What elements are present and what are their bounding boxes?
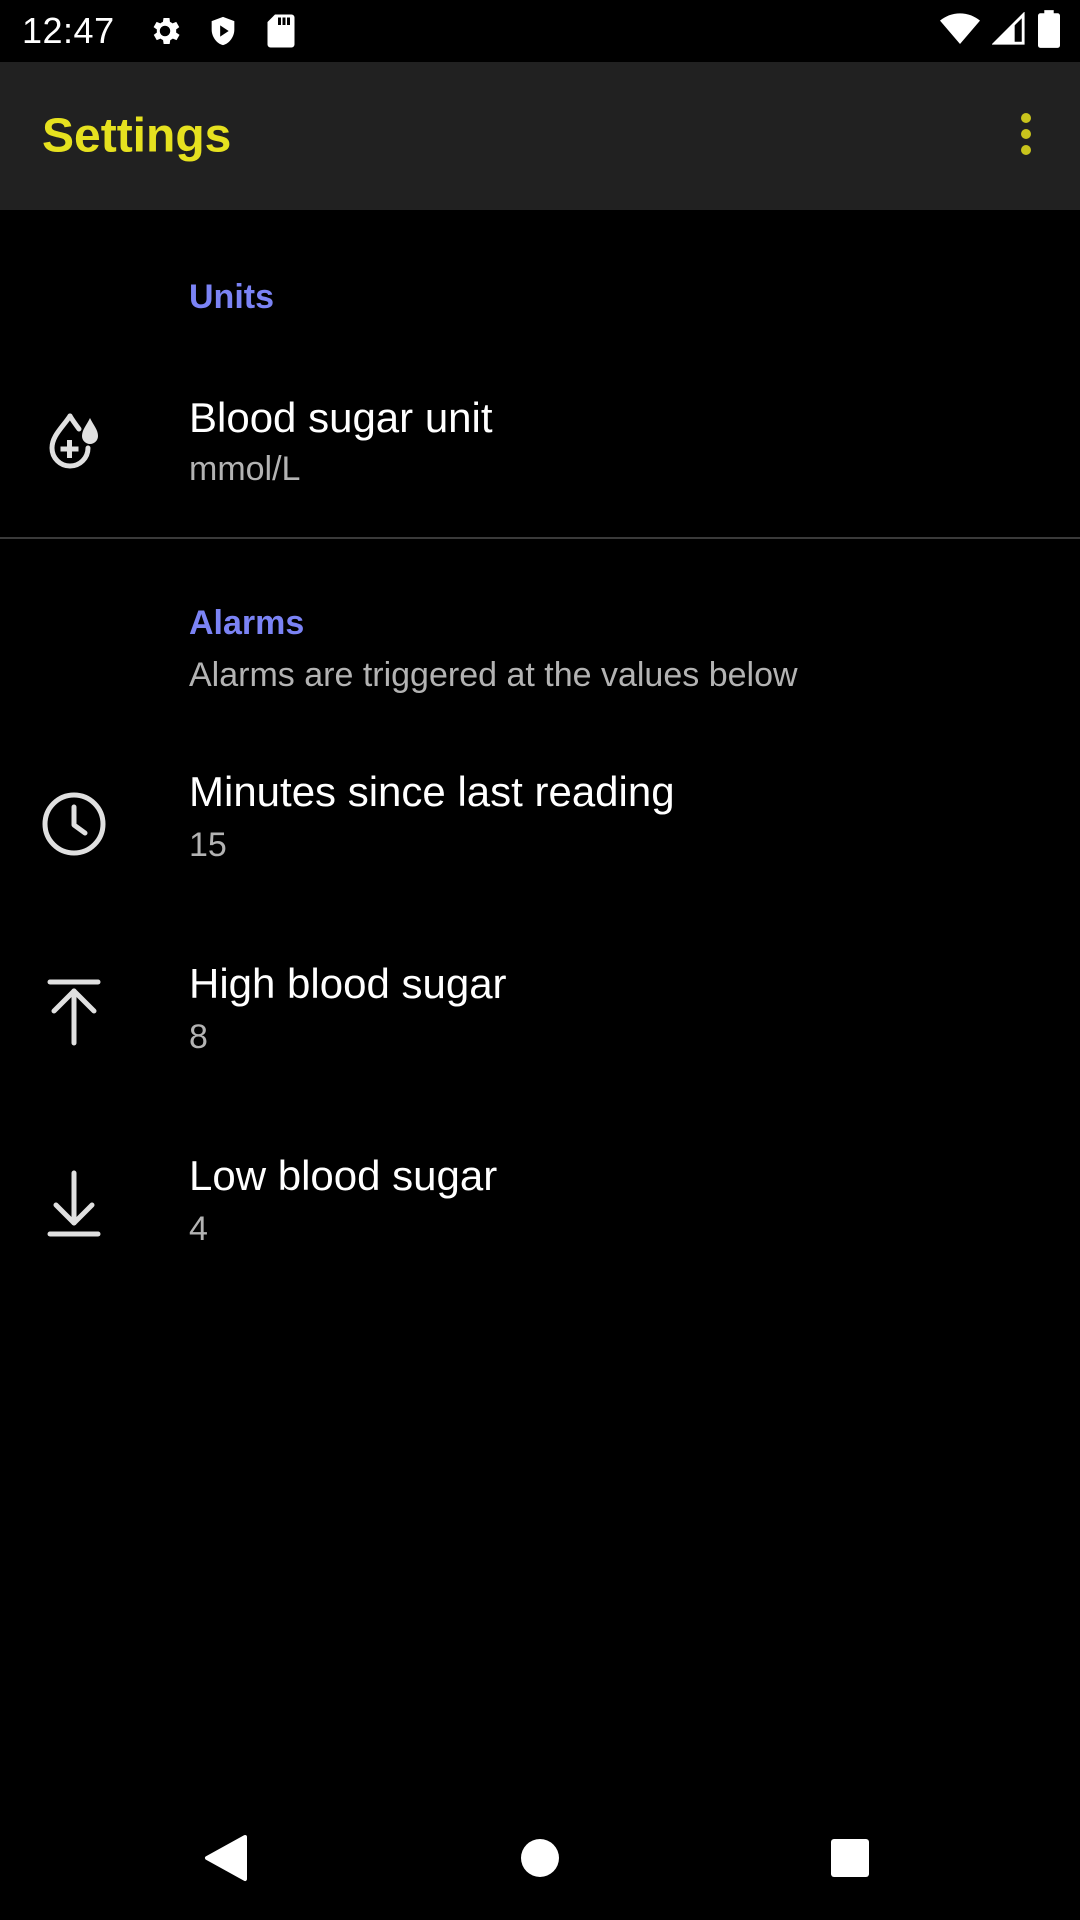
blood-drop-plus-icon (38, 402, 110, 474)
signal-icon (991, 10, 1026, 51)
pref-title: High blood sugar (189, 960, 507, 1007)
pref-low-blood-sugar[interactable]: Low blood sugar 4 (0, 1142, 1080, 1282)
category-alarms-title: Alarms (189, 604, 305, 642)
recents-icon (829, 1837, 871, 1884)
arrow-down-to-line-icon (38, 1168, 110, 1240)
home-icon (518, 1836, 562, 1885)
clock-icon (38, 788, 110, 860)
overflow-menu-button[interactable] (996, 86, 1056, 186)
recents-button[interactable] (820, 1830, 880, 1890)
status-bar: 12:47 (0, 0, 1080, 62)
section-divider (0, 537, 1080, 539)
app-bar: Settings (0, 62, 1080, 210)
category-alarms-summary: Alarms are triggered at the values below (189, 656, 798, 694)
wifi-icon (940, 12, 980, 51)
pref-title: Blood sugar unit (189, 394, 493, 441)
home-button[interactable] (510, 1830, 570, 1890)
pref-title: Low blood sugar (189, 1152, 498, 1199)
sd-card-icon (261, 11, 301, 51)
status-time: 12:47 (22, 10, 115, 51)
navigation-bar (0, 1800, 1080, 1920)
category-units-title: Units (189, 278, 274, 316)
more-vert-icon (1019, 112, 1033, 161)
gear-icon (145, 11, 185, 51)
shield-icon (203, 11, 243, 51)
arrow-up-to-line-icon (38, 976, 110, 1048)
pref-summary: mmol/L (189, 450, 301, 488)
page-title: Settings (42, 109, 232, 163)
back-button[interactable] (196, 1830, 256, 1890)
pref-summary: 15 (189, 826, 227, 864)
pref-minutes-since-last-reading[interactable]: Minutes since last reading 15 (0, 758, 1080, 898)
pref-blood-sugar-unit[interactable]: Blood sugar unit mmol/L (0, 380, 1080, 500)
battery-icon (1038, 9, 1060, 53)
settings-screen: 12:47 Settings Units Blood sugar unit mm… (0, 0, 1080, 1920)
pref-high-blood-sugar[interactable]: High blood sugar 8 (0, 950, 1080, 1090)
pref-summary: 8 (189, 1018, 208, 1056)
pref-summary: 4 (189, 1210, 208, 1248)
pref-title: Minutes since last reading (189, 768, 675, 815)
back-icon (203, 1833, 249, 1888)
status-right-icons (940, 0, 1060, 62)
